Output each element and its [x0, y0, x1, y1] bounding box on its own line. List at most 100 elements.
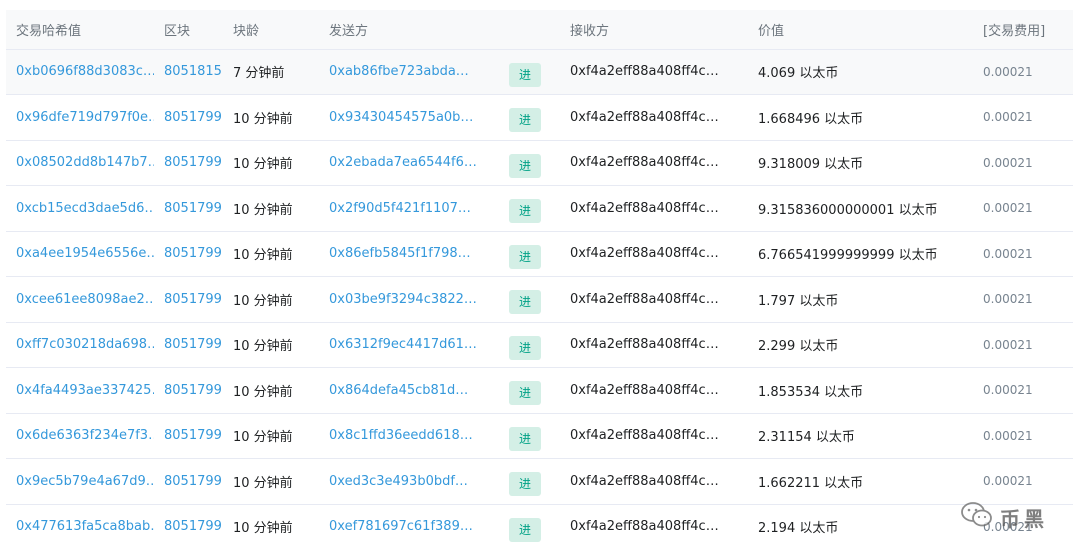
direction-cell: 进 — [499, 413, 560, 459]
table-row: 0x6de6363f234e7f3… 8051799 10 分钟前 0x8c1f… — [6, 413, 1073, 459]
header-value: 价值 — [748, 10, 973, 50]
direction-cell: 进 — [499, 276, 560, 323]
direction-cell: 进 — [499, 322, 560, 368]
tx-hash-link[interactable]: 0xcb15ecd3dae5d6… — [6, 185, 154, 232]
transactions-page: 交易哈希值 区块 块龄 发送方 接收方 价值 [交易费用] 0xb0696f88… — [0, 0, 1080, 549]
header-from: 发送方 — [319, 10, 499, 50]
tx-hash-link[interactable]: 0xb0696f88d3083c… — [6, 49, 154, 95]
direction-in-badge: 进 — [509, 290, 541, 315]
tx-value: 4.069 以太币 — [748, 49, 973, 95]
watermark-text: 币黑 — [1000, 506, 1048, 531]
from-address-link[interactable]: 0x8c1ffd36eedd618… — [319, 413, 499, 459]
direction-cell: 进 — [499, 367, 560, 414]
tx-hash-link[interactable]: 0x08502dd8b147b7… — [6, 140, 154, 186]
tx-value: 9.315836000000001 以太币 — [748, 185, 973, 232]
direction-in-badge: 进 — [509, 517, 541, 542]
block-link[interactable]: 8051799 — [154, 322, 223, 368]
direction-cell: 进 — [499, 140, 560, 186]
tx-age: 10 分钟前 — [223, 413, 319, 459]
tx-age: 10 分钟前 — [223, 504, 319, 549]
tx-age: 10 分钟前 — [223, 322, 319, 368]
from-address-link[interactable]: 0x2f90d5f421f1107… — [319, 185, 499, 232]
tx-hash-link[interactable]: 0x6de6363f234e7f3… — [6, 413, 154, 459]
block-link[interactable]: 8051799 — [154, 94, 223, 141]
block-link[interactable]: 8051799 — [154, 458, 223, 505]
header-fee: [交易费用] — [973, 10, 1073, 50]
direction-in-badge: 进 — [509, 199, 541, 224]
to-address: 0xf4a2eff88a408ff4c… — [560, 458, 748, 505]
from-address-link[interactable]: 0xed3c3e493b0bdf… — [319, 458, 499, 505]
tx-hash-link[interactable]: 0x96dfe719d797f0e… — [6, 94, 154, 141]
watermark: 币黑 — [960, 501, 1048, 533]
from-address-link[interactable]: 0x93430454575a0b… — [319, 94, 499, 141]
tx-value: 1.662211 以太币 — [748, 458, 973, 505]
tx-fee: 0.00021 — [973, 140, 1073, 186]
wechat-icon — [960, 501, 994, 533]
transactions-table: 交易哈希值 区块 块龄 发送方 接收方 价值 [交易费用] 0xb0696f88… — [6, 10, 1073, 549]
header-block: 区块 — [154, 10, 223, 50]
tx-hash-link[interactable]: 0x477613fa5ca8bab… — [6, 504, 154, 549]
direction-in-badge: 进 — [509, 381, 541, 406]
table-row: 0xcb15ecd3dae5d6… 8051799 10 分钟前 0x2f90d… — [6, 185, 1073, 232]
tx-fee: 0.00021 — [973, 49, 1073, 95]
tx-value: 1.668496 以太币 — [748, 94, 973, 141]
to-address: 0xf4a2eff88a408ff4c… — [560, 140, 748, 186]
header-age: 块龄 — [223, 10, 319, 50]
table-row: 0x4fa4493ae337425… 8051799 10 分钟前 0x864d… — [6, 367, 1073, 414]
direction-cell: 进 — [499, 504, 560, 549]
header-to: 接收方 — [560, 10, 748, 50]
tx-fee: 0.00021 — [973, 322, 1073, 368]
direction-cell: 进 — [499, 94, 560, 141]
tx-hash-link[interactable]: 0xff7c030218da698… — [6, 322, 154, 368]
direction-in-badge: 进 — [509, 472, 541, 497]
from-address-link[interactable]: 0x86efb5845f1f798… — [319, 231, 499, 277]
tx-value: 2.299 以太币 — [748, 322, 973, 368]
tx-hash-link[interactable]: 0x9ec5b79e4a67d9… — [6, 458, 154, 505]
tx-hash-link[interactable]: 0x4fa4493ae337425… — [6, 367, 154, 414]
tx-fee: 0.00021 — [973, 367, 1073, 414]
from-address-link[interactable]: 0x6312f9ec4417d61… — [319, 322, 499, 368]
header-direction — [499, 10, 560, 50]
from-address-link[interactable]: 0xab86fbe723abda… — [319, 49, 499, 95]
tx-fee: 0.00021 — [973, 458, 1073, 505]
block-link[interactable]: 8051815 — [154, 49, 223, 95]
table-row: 0x477613fa5ca8bab… 8051799 10 分钟前 0xef78… — [6, 504, 1073, 549]
tx-age: 10 分钟前 — [223, 185, 319, 232]
to-address: 0xf4a2eff88a408ff4c… — [560, 504, 748, 549]
tx-hash-link[interactable]: 0xa4ee1954e6556e… — [6, 231, 154, 277]
tx-value: 1.797 以太币 — [748, 276, 973, 323]
to-address: 0xf4a2eff88a408ff4c… — [560, 49, 748, 95]
from-address-link[interactable]: 0x864defa45cb81d… — [319, 367, 499, 414]
table-header-row: 交易哈希值 区块 块龄 发送方 接收方 价值 [交易费用] — [6, 10, 1073, 50]
from-address-link[interactable]: 0x2ebada7ea6544f6… — [319, 140, 499, 186]
block-link[interactable]: 8051799 — [154, 367, 223, 414]
tx-value: 9.318009 以太币 — [748, 140, 973, 186]
to-address: 0xf4a2eff88a408ff4c… — [560, 231, 748, 277]
tx-value: 6.766541999999999 以太币 — [748, 231, 973, 277]
block-link[interactable]: 8051799 — [154, 413, 223, 459]
block-link[interactable]: 8051799 — [154, 231, 223, 277]
table-row: 0x9ec5b79e4a67d9… 8051799 10 分钟前 0xed3c3… — [6, 458, 1073, 505]
block-link[interactable]: 8051799 — [154, 140, 223, 186]
direction-in-badge: 进 — [509, 335, 541, 360]
from-address-link[interactable]: 0x03be9f3294c3822… — [319, 276, 499, 323]
block-link[interactable]: 8051799 — [154, 276, 223, 323]
tx-age: 10 分钟前 — [223, 231, 319, 277]
tx-age: 10 分钟前 — [223, 94, 319, 141]
direction-cell: 进 — [499, 49, 560, 95]
table-row: 0x08502dd8b147b7… 8051799 10 分钟前 0x2ebad… — [6, 140, 1073, 186]
tx-age: 7 分钟前 — [223, 49, 319, 95]
table-row: 0xa4ee1954e6556e… 8051799 10 分钟前 0x86efb… — [6, 231, 1073, 277]
tx-age: 10 分钟前 — [223, 140, 319, 186]
block-link[interactable]: 8051799 — [154, 185, 223, 232]
block-link[interactable]: 8051799 — [154, 504, 223, 549]
from-address-link[interactable]: 0xef781697c61f389… — [319, 504, 499, 549]
direction-in-badge: 进 — [509, 426, 541, 451]
direction-cell: 进 — [499, 185, 560, 232]
direction-in-badge: 进 — [509, 244, 541, 269]
to-address: 0xf4a2eff88a408ff4c… — [560, 185, 748, 232]
tx-hash-link[interactable]: 0xcee61ee8098ae2… — [6, 276, 154, 323]
tx-value: 2.194 以太币 — [748, 504, 973, 549]
tx-fee: 0.00021 — [973, 94, 1073, 141]
table-row: 0xb0696f88d3083c… 8051815 7 分钟前 0xab86fb… — [6, 49, 1073, 95]
